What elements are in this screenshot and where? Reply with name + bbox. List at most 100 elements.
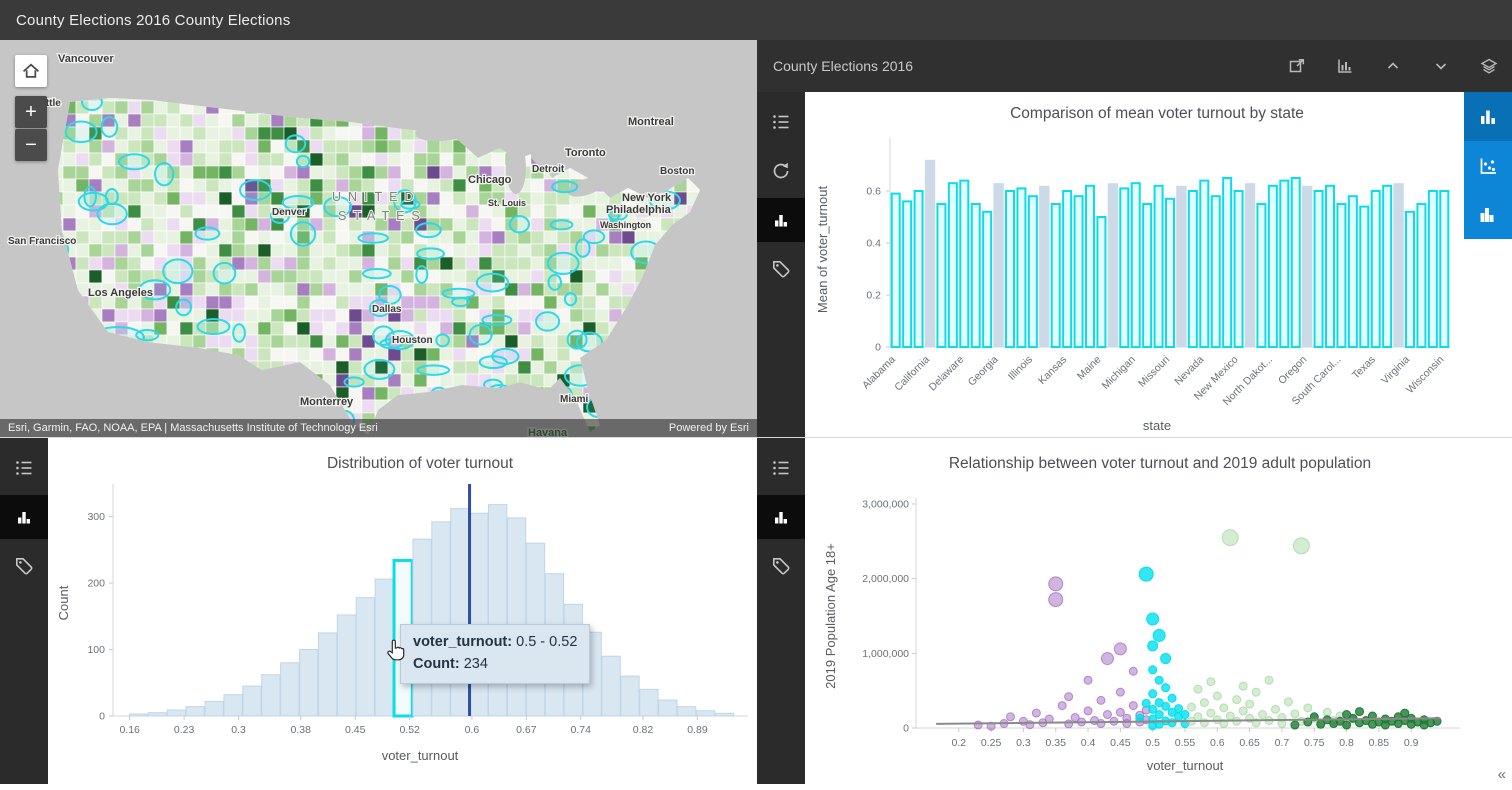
bar-selected[interactable] xyxy=(959,179,970,348)
bar-selected[interactable] xyxy=(982,210,993,348)
scatter-point[interactable] xyxy=(1342,720,1352,730)
scatter-point[interactable] xyxy=(1206,677,1216,687)
scatter-point[interactable] xyxy=(1115,687,1125,697)
us-counties-map[interactable]: UNITEDSTATESVancouverSeattleMontrealToro… xyxy=(0,40,757,437)
voter-turnout-histogram[interactable]: Distribution of voter turnout 0 100 200 300 C… xyxy=(48,438,757,785)
scatter-point[interactable] xyxy=(1154,675,1164,685)
scatter-point[interactable] xyxy=(1251,687,1261,697)
bar-selected[interactable] xyxy=(1427,190,1438,348)
scatter-point[interactable] xyxy=(1238,706,1248,716)
bar-selected[interactable] xyxy=(913,190,924,348)
bar[interactable] xyxy=(601,655,621,717)
bar[interactable] xyxy=(924,159,936,347)
scatter-point[interactable] xyxy=(1221,529,1239,547)
bar-selected[interactable] xyxy=(1279,179,1290,348)
bar-selected[interactable] xyxy=(1267,184,1278,348)
scatter-chart-type-button[interactable] xyxy=(1464,141,1512,190)
layers-button[interactable] xyxy=(1478,55,1500,77)
scatter-point[interactable] xyxy=(1005,712,1015,722)
chart-button-active[interactable] xyxy=(757,198,805,242)
scatter-point[interactable] xyxy=(1283,697,1293,707)
bar-selected[interactable] xyxy=(1222,177,1233,348)
scatter-point[interactable] xyxy=(1128,701,1138,711)
scatter-point[interactable] xyxy=(973,720,983,730)
scatter-point[interactable] xyxy=(1083,706,1093,716)
scatter-point[interactable] xyxy=(1199,698,1209,708)
scatter-point[interactable] xyxy=(1303,703,1313,713)
bar[interactable] xyxy=(317,632,338,717)
scatter-point[interactable] xyxy=(1102,710,1112,720)
turnout-population-scatter[interactable]: Relationship between voter turnout and 2… xyxy=(805,438,1512,785)
zoom-in-button[interactable]: + xyxy=(15,96,47,128)
bar[interactable] xyxy=(223,694,243,717)
bar-selected[interactable] xyxy=(1382,184,1393,348)
scatter-point[interactable] xyxy=(1238,681,1248,691)
bar-selected[interactable] xyxy=(1336,203,1347,348)
bar[interactable] xyxy=(993,183,1004,347)
bar-selected[interactable] xyxy=(1073,195,1084,348)
bar-selected[interactable] xyxy=(1416,203,1427,348)
bar-selected[interactable] xyxy=(1119,187,1130,349)
bar[interactable] xyxy=(336,614,357,717)
collapse-panel-button[interactable]: « xyxy=(1498,766,1506,783)
scatter-point[interactable] xyxy=(1064,719,1074,729)
bar[interactable] xyxy=(639,688,659,717)
bar-chart-type-button[interactable] xyxy=(1464,92,1512,141)
bar-selected[interactable] xyxy=(1439,190,1450,348)
scatter-point[interactable] xyxy=(1160,653,1172,665)
scatter-point[interactable] xyxy=(1167,718,1177,728)
scatter-point[interactable] xyxy=(1048,576,1064,592)
history-button[interactable] xyxy=(757,149,805,193)
scatter-point[interactable] xyxy=(1186,702,1196,712)
bar-selected[interactable] xyxy=(902,200,913,349)
bar-selected[interactable] xyxy=(1062,190,1073,348)
scatter-point[interactable] xyxy=(1148,665,1158,675)
bar[interactable] xyxy=(147,712,168,717)
scatter-point[interactable] xyxy=(1100,652,1114,666)
scatter-point[interactable] xyxy=(1212,691,1222,701)
collapse-up-button[interactable] xyxy=(1382,55,1404,77)
scatter-point[interactable] xyxy=(1219,703,1229,713)
bar-selected[interactable] xyxy=(1256,203,1267,348)
bar[interactable] xyxy=(714,712,735,717)
scatter-point[interactable] xyxy=(1245,699,1255,709)
scatter-point[interactable] xyxy=(1161,701,1171,711)
legend-button[interactable] xyxy=(757,100,805,144)
chart-button-active[interactable] xyxy=(757,495,805,539)
bar-selected[interactable] xyxy=(970,203,981,348)
scatter-point[interactable] xyxy=(1064,692,1074,702)
bar[interactable] xyxy=(185,706,205,717)
chart-button-active[interactable] xyxy=(0,495,48,539)
bar-selected[interactable] xyxy=(1233,190,1244,348)
scatter-point[interactable] xyxy=(1113,642,1127,656)
scatter-point[interactable] xyxy=(1115,707,1125,717)
expand-down-button[interactable] xyxy=(1430,55,1452,77)
scatter-point[interactable] xyxy=(1141,698,1151,708)
scatter-point[interactable] xyxy=(1138,566,1154,582)
bar[interactable] xyxy=(1393,183,1404,347)
bar[interactable] xyxy=(242,685,262,717)
bar-selected[interactable] xyxy=(1313,190,1324,348)
scatter-point[interactable] xyxy=(1193,712,1203,722)
bar[interactable] xyxy=(280,662,300,717)
scatter-point[interactable] xyxy=(1031,708,1041,718)
scatter-point[interactable] xyxy=(1128,666,1138,676)
bar[interactable] xyxy=(620,675,640,717)
bar-selected[interactable] xyxy=(1085,184,1095,348)
bar-selected[interactable] xyxy=(1359,205,1370,348)
bar-selected[interactable] xyxy=(1142,203,1153,348)
bar[interactable] xyxy=(166,709,187,717)
bar[interactable] xyxy=(1039,185,1050,347)
scatter-point[interactable] xyxy=(1270,704,1280,714)
scatter-point[interactable] xyxy=(1083,675,1093,685)
bar-selected[interactable] xyxy=(1290,177,1301,348)
bar[interactable] xyxy=(695,710,716,717)
scatter-point[interactable] xyxy=(1400,708,1410,718)
scatter-point[interactable] xyxy=(1206,708,1216,718)
scatter-point[interactable] xyxy=(1048,592,1064,608)
legend-button[interactable] xyxy=(757,446,805,490)
bar-selected[interactable] xyxy=(1096,216,1107,348)
bar[interactable] xyxy=(299,649,319,717)
scatter-point[interactable] xyxy=(1322,707,1332,717)
scatter-point[interactable] xyxy=(1147,640,1159,652)
